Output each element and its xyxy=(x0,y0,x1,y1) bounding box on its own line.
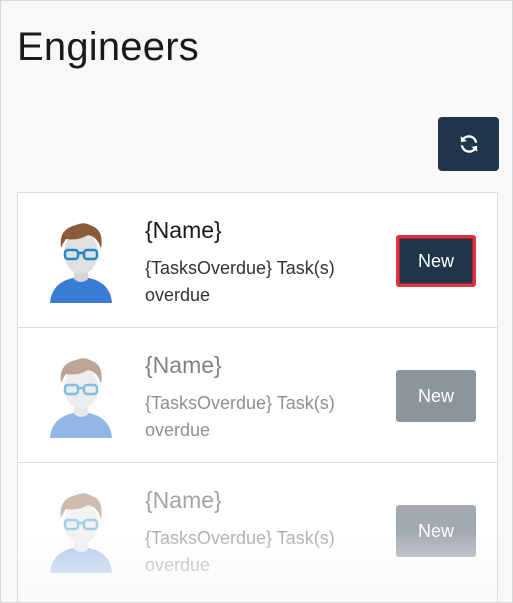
engineer-card[interactable]: {Name} {TasksOverdue} Task(s) overdue Ne… xyxy=(17,462,498,602)
page-title: Engineers xyxy=(17,25,199,69)
engineers-panel: Engineers {Name} {TasksOverdue} Task(s) … xyxy=(0,0,513,603)
new-button[interactable]: New xyxy=(396,370,476,422)
engineer-card[interactable]: {Name} {TasksOverdue} Task(s) overdue Ne… xyxy=(17,192,498,327)
engineer-avatar-icon xyxy=(50,493,112,573)
engineer-name: {Name} xyxy=(145,352,222,378)
engineer-name: {Name} xyxy=(145,217,222,243)
refresh-button[interactable] xyxy=(438,117,499,171)
new-button[interactable]: New xyxy=(396,235,476,287)
tasks-overdue: {TasksOverdue} Task(s) overdue xyxy=(145,393,335,440)
engineer-avatar-icon xyxy=(50,223,112,303)
engineer-name: {Name} xyxy=(145,487,222,513)
engineer-list: {Name} {TasksOverdue} Task(s) overdue Ne… xyxy=(17,192,498,602)
tasks-overdue: {TasksOverdue} Task(s) overdue xyxy=(145,258,335,305)
engineer-card[interactable]: {Name} {TasksOverdue} Task(s) overdue Ne… xyxy=(17,327,498,462)
new-button[interactable]: New xyxy=(396,505,476,557)
tasks-overdue: {TasksOverdue} Task(s) overdue xyxy=(145,528,335,575)
refresh-icon xyxy=(460,135,477,153)
engineer-avatar-icon xyxy=(50,358,112,438)
